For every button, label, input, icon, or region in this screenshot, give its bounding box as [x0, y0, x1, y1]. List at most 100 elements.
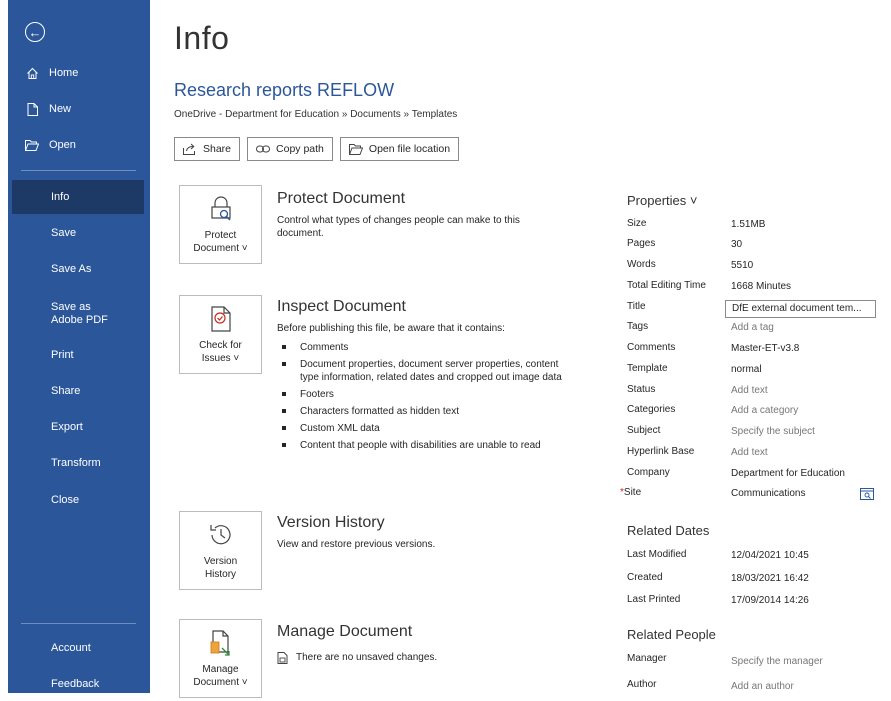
status-field[interactable]: Add text — [731, 385, 768, 396]
prop-label-categories: Categories — [627, 404, 676, 415]
issue-item: Document properties, document server pro… — [277, 358, 567, 384]
date-label-modified: Last Modified — [627, 549, 687, 560]
nav-export[interactable]: Export — [8, 410, 150, 444]
prop-value-editing-time: 1668 Minutes — [731, 281, 792, 292]
version-history-button[interactable]: Version History — [179, 511, 262, 590]
prop-value-size: 1.51MB — [731, 219, 766, 230]
nav-save-as-pdf[interactable]: Save as Adobe PDF — [8, 296, 118, 332]
inspect-document-desc: Before publishing this file, be aware th… — [277, 323, 505, 334]
copy-path-button-label: Copy path — [276, 143, 324, 155]
prop-label-size: Size — [627, 218, 647, 229]
document-save-icon — [277, 651, 288, 664]
nav-feedback[interactable]: Feedback — [8, 667, 150, 701]
issue-item: Custom XML data — [277, 422, 567, 435]
nav-share[interactable]: Share — [8, 374, 150, 408]
nav-close[interactable]: Close — [8, 483, 150, 517]
manage-document-button[interactable]: Manage Document ˅ — [179, 619, 262, 698]
prop-label-site-row: *Site — [620, 487, 641, 498]
nav-new-label: New — [49, 103, 72, 115]
nav-export-label: Export — [51, 421, 83, 433]
prop-label-subject: Subject — [627, 425, 661, 436]
tags-field[interactable]: Add a tag — [731, 322, 774, 333]
backstage-sidebar: ← Home New Open Info Save Save As Save a… — [8, 0, 150, 693]
protect-tile-label-1: Protect — [204, 230, 237, 241]
open-file-location-label: Open file location — [368, 143, 451, 155]
nav-save[interactable]: Save — [8, 216, 150, 250]
issue-item: Characters formatted as hidden text — [277, 405, 567, 418]
hyperlink-base-field[interactable]: Add text — [731, 447, 768, 458]
nav-share-label: Share — [51, 385, 81, 397]
prop-label-status: Status — [627, 384, 656, 395]
date-label-created: Created — [627, 572, 663, 583]
nav-save-as-label: Save As — [51, 263, 92, 275]
link-icon — [256, 144, 271, 154]
manage-tile-label-1: Manage — [202, 664, 239, 675]
properties-heading[interactable]: Properties ˅ — [627, 193, 697, 208]
prop-label-hyperlink-base: Hyperlink Base — [627, 446, 695, 457]
copy-path-button[interactable]: Copy path — [247, 137, 333, 161]
manager-field[interactable]: Specify the manager — [731, 656, 823, 667]
protect-document-button[interactable]: Protect Document ˅ — [179, 185, 262, 264]
prop-label-words: Words — [627, 259, 656, 270]
share-icon — [183, 143, 197, 155]
manage-tile-label-2: Document ˅ — [193, 677, 248, 688]
nav-info[interactable]: Info — [12, 180, 144, 214]
comments-field[interactable]: Master-ET-v3.8 — [731, 343, 799, 354]
properties-heading-label: Properties ˅ — [627, 193, 698, 208]
clock-history-icon — [208, 522, 234, 552]
nav-new[interactable]: New — [8, 92, 150, 126]
site-field[interactable]: Communications — [731, 488, 805, 499]
check-for-issues-button[interactable]: Check for Issues ˅ — [179, 295, 262, 374]
people-label-author: Author — [627, 679, 657, 690]
manage-document-title: Manage Document — [277, 623, 413, 640]
inspect-document-title: Inspect Document — [277, 298, 406, 315]
folder-icon — [348, 143, 363, 155]
open-folder-icon — [25, 139, 39, 151]
manage-document-icon — [208, 630, 234, 660]
nav-transform[interactable]: Transform — [8, 446, 150, 480]
browse-site-icon[interactable] — [860, 487, 874, 500]
new-document-icon — [25, 102, 39, 116]
date-value-printed: 17/09/2014 14:26 — [731, 595, 809, 606]
nav-home[interactable]: Home — [8, 56, 150, 90]
nav-separator-bottom — [21, 623, 136, 624]
version-tile-label-1: Version — [203, 556, 238, 567]
company-field[interactable]: Department for Education — [731, 468, 845, 479]
document-name: Research reports REFLOW — [174, 80, 395, 100]
breadcrumb: OneDrive - Department for Education » Do… — [174, 109, 458, 120]
subject-field[interactable]: Specify the subject — [731, 426, 815, 437]
date-value-modified: 12/04/2021 10:45 — [731, 550, 809, 561]
nav-save-as[interactable]: Save As — [8, 252, 150, 286]
lock-magnifier-icon — [208, 196, 234, 226]
action-buttons: Share Copy path Open file location — [174, 137, 460, 161]
nav-transform-label: Transform — [51, 457, 101, 469]
prop-label-pages: Pages — [627, 238, 656, 249]
share-button[interactable]: Share — [174, 137, 241, 161]
author-field[interactable]: Add an author — [731, 681, 794, 692]
issue-item: Comments — [277, 341, 567, 354]
nav-info-label: Info — [51, 191, 70, 203]
categories-field[interactable]: Add a category — [731, 405, 798, 416]
nav-save-as-pdf-label: Save as Adobe PDF — [51, 301, 108, 326]
nav-save-label: Save — [51, 227, 77, 239]
prop-value-words: 5510 — [731, 260, 754, 271]
nav-account[interactable]: Account — [8, 631, 150, 665]
version-history-title: Version History — [277, 514, 385, 531]
date-value-created: 18/03/2021 16:42 — [731, 573, 809, 584]
nav-home-label: Home — [49, 67, 79, 79]
nav-print[interactable]: Print — [8, 338, 150, 372]
protect-tile-label-2: Document ˅ — [193, 243, 248, 254]
nav-open-label: Open — [49, 139, 76, 151]
nav-close-label: Close — [51, 494, 80, 506]
related-dates-heading: Related Dates — [627, 523, 710, 538]
title-field[interactable]: DfE external document tem... — [725, 300, 876, 318]
related-people-heading: Related People — [627, 627, 716, 642]
manage-document-desc-row: There are no unsaved changes. — [277, 651, 567, 664]
nav-account-label: Account — [51, 642, 91, 654]
prop-label-company: Company — [627, 467, 670, 478]
back-arrow-icon[interactable]: ← — [25, 22, 45, 42]
prop-label-site: Site — [623, 487, 642, 498]
protect-document-title: Protect Document — [277, 190, 406, 207]
open-file-location-button[interactable]: Open file location — [339, 137, 460, 161]
nav-open[interactable]: Open — [8, 128, 150, 162]
